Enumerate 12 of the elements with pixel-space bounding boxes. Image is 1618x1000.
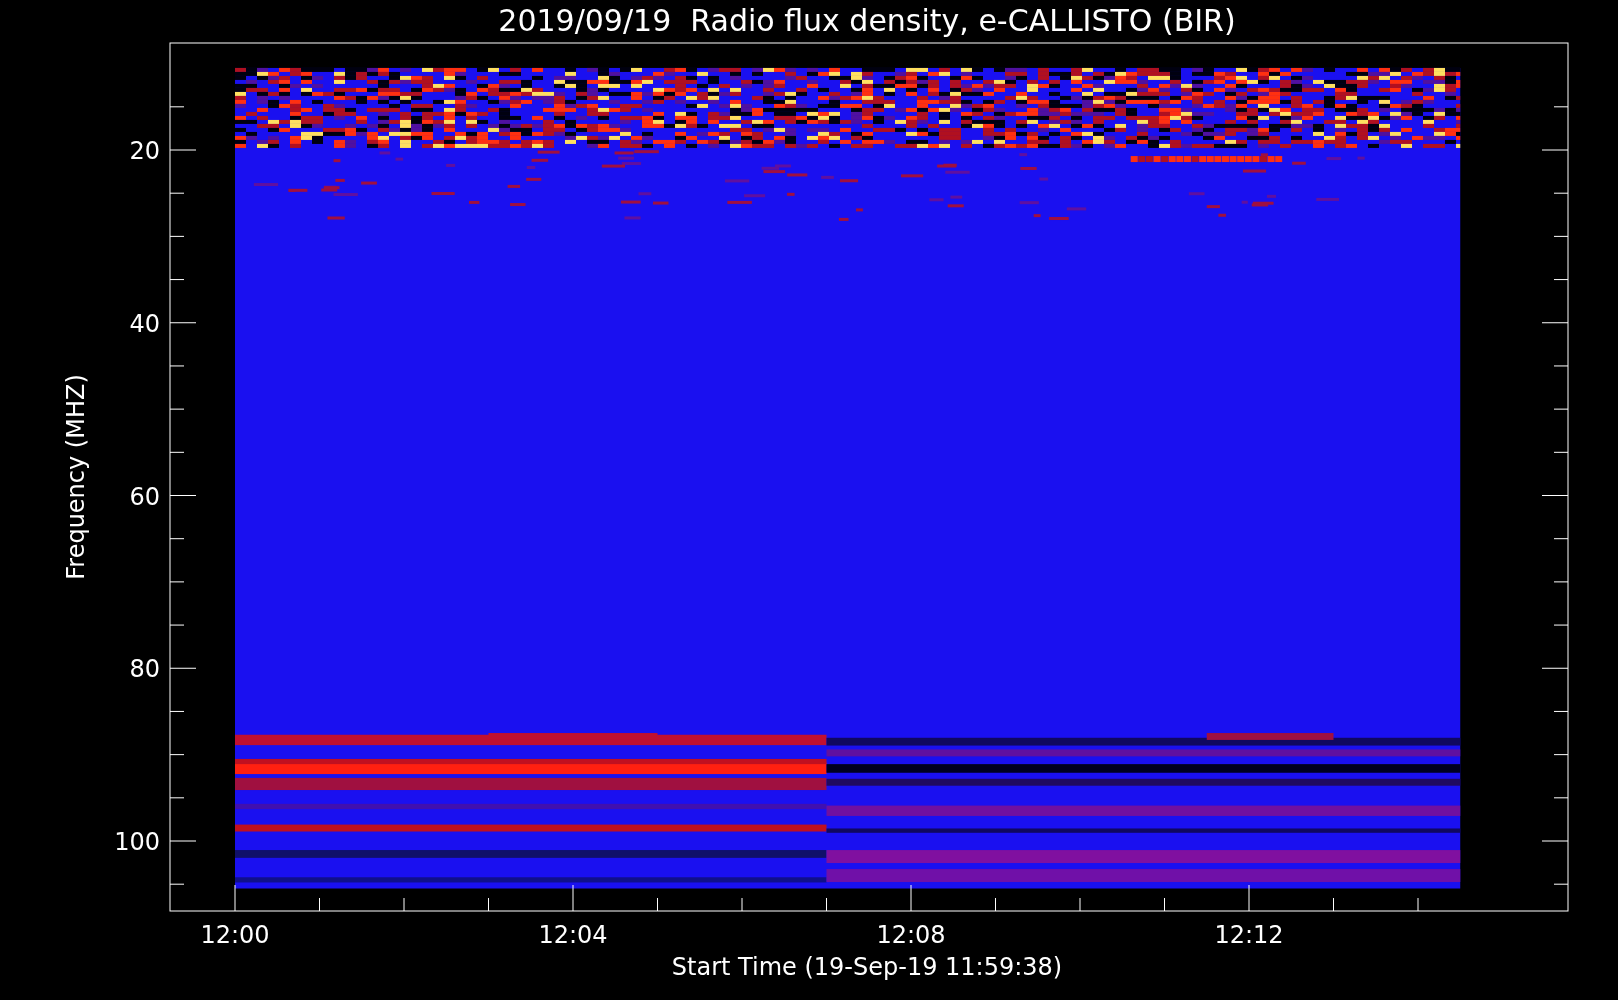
y-axis-label: Frequency (MHZ) [62,374,90,580]
y-tick-label: 100 [114,828,160,856]
x-tick-label: 12:00 [200,921,270,949]
y-tick-label: 60 [129,482,160,511]
x-tick-label: 12:04 [538,921,608,949]
x-tick-label: 12:12 [1214,921,1284,949]
y-tick-label: 80 [129,655,160,684]
y-tick-label: 40 [129,309,160,338]
chart-title: 2019/09/19 Radio flux density, e-CALLISTO (BIR) [498,3,1236,38]
x-tick-label: 12:08 [876,921,946,949]
x-axis-label: Start Time (19-Sep-19 11:59:38) [671,953,1063,981]
y-tick-label: 20 [129,137,160,165]
